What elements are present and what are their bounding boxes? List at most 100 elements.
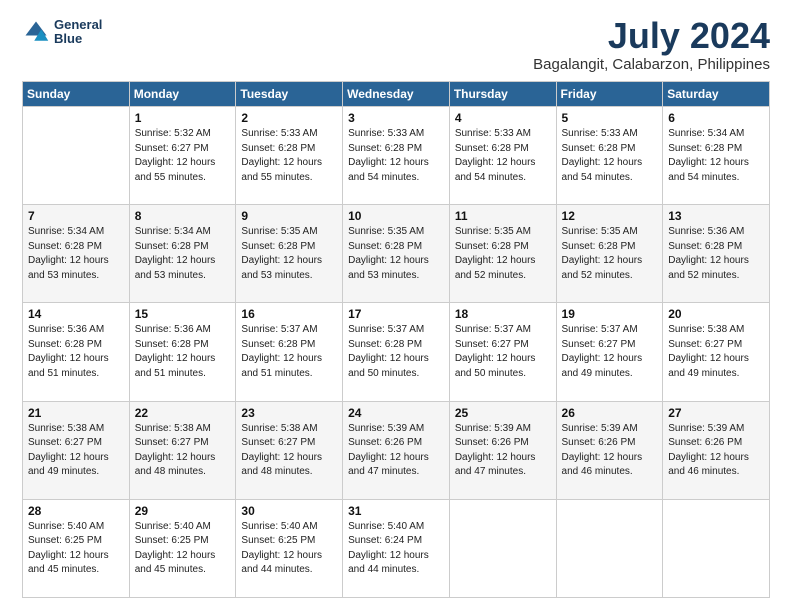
day-number: 17 xyxy=(348,307,444,321)
day-info: Sunrise: 5:34 AMSunset: 6:28 PMDaylight:… xyxy=(135,225,231,283)
day-info: Sunrise: 5:40 AMSunset: 6:25 PMDaylight:… xyxy=(241,520,337,578)
day-info: Sunrise: 5:40 AMSunset: 6:24 PMDaylight:… xyxy=(348,520,444,578)
weekday-header: Tuesday xyxy=(236,82,343,107)
day-number: 26 xyxy=(562,406,658,420)
calendar-week-row: 28 Sunrise: 5:40 AMSunset: 6:25 PMDayligh… xyxy=(23,499,770,597)
calendar-cell: 3 Sunrise: 5:33 AMSunset: 6:28 PMDaylight… xyxy=(343,107,450,205)
day-number: 29 xyxy=(135,504,231,518)
calendar-cell: 30 Sunrise: 5:40 AMSunset: 6:25 PMDayligh… xyxy=(236,499,343,597)
weekday-header: Thursday xyxy=(449,82,556,107)
weekday-header: Friday xyxy=(556,82,663,107)
weekday-header: Sunday xyxy=(23,82,130,107)
day-number: 8 xyxy=(135,209,231,223)
day-info: Sunrise: 5:38 AMSunset: 6:27 PMDaylight:… xyxy=(28,422,124,480)
day-number: 22 xyxy=(135,406,231,420)
calendar-cell: 10 Sunrise: 5:35 AMSunset: 6:28 PMDayligh… xyxy=(343,205,450,303)
calendar-cell: 6 Sunrise: 5:34 AMSunset: 6:28 PMDaylight… xyxy=(663,107,770,205)
header: General Blue July 2024 Bagalangit, Calab… xyxy=(22,18,770,73)
day-info: Sunrise: 5:40 AMSunset: 6:25 PMDaylight:… xyxy=(135,520,231,578)
day-number: 28 xyxy=(28,504,124,518)
day-info: Sunrise: 5:38 AMSunset: 6:27 PMDaylight:… xyxy=(668,323,764,381)
day-info: Sunrise: 5:33 AMSunset: 6:28 PMDaylight:… xyxy=(241,127,337,185)
day-number: 16 xyxy=(241,307,337,321)
day-info: Sunrise: 5:37 AMSunset: 6:28 PMDaylight:… xyxy=(241,323,337,381)
day-number: 6 xyxy=(668,111,764,125)
day-number: 27 xyxy=(668,406,764,420)
day-info: Sunrise: 5:36 AMSunset: 6:28 PMDaylight:… xyxy=(668,225,764,283)
day-info: Sunrise: 5:35 AMSunset: 6:28 PMDaylight:… xyxy=(562,225,658,283)
day-number: 12 xyxy=(562,209,658,223)
calendar-cell: 28 Sunrise: 5:40 AMSunset: 6:25 PMDayligh… xyxy=(23,499,130,597)
day-number: 31 xyxy=(348,504,444,518)
title-block: July 2024 Bagalangit, Calabarzon, Philip… xyxy=(533,18,770,73)
calendar-cell: 26 Sunrise: 5:39 AMSunset: 6:26 PMDayligh… xyxy=(556,401,663,499)
day-number: 20 xyxy=(668,307,764,321)
day-info: Sunrise: 5:39 AMSunset: 6:26 PMDaylight:… xyxy=(562,422,658,480)
day-info: Sunrise: 5:36 AMSunset: 6:28 PMDaylight:… xyxy=(28,323,124,381)
calendar-cell xyxy=(556,499,663,597)
day-info: Sunrise: 5:35 AMSunset: 6:28 PMDaylight:… xyxy=(241,225,337,283)
calendar-cell: 20 Sunrise: 5:38 AMSunset: 6:27 PMDayligh… xyxy=(663,303,770,401)
day-number: 24 xyxy=(348,406,444,420)
day-info: Sunrise: 5:39 AMSunset: 6:26 PMDaylight:… xyxy=(455,422,551,480)
calendar-cell: 31 Sunrise: 5:40 AMSunset: 6:24 PMDayligh… xyxy=(343,499,450,597)
day-number: 23 xyxy=(241,406,337,420)
day-info: Sunrise: 5:40 AMSunset: 6:25 PMDaylight:… xyxy=(28,520,124,578)
calendar-cell: 7Sunrise: 5:34 AMSunset: 6:28 PMDaylight… xyxy=(23,205,130,303)
logo-text: General Blue xyxy=(54,18,102,47)
day-number: 19 xyxy=(562,307,658,321)
calendar-cell: 9 Sunrise: 5:35 AMSunset: 6:28 PMDaylight… xyxy=(236,205,343,303)
day-info: Sunrise: 5:38 AMSunset: 6:27 PMDaylight:… xyxy=(135,422,231,480)
calendar-cell: 4Sunrise: 5:33 AMSunset: 6:28 PMDaylight… xyxy=(449,107,556,205)
calendar-week-row: 21 Sunrise: 5:38 AMSunset: 6:27 PMDayligh… xyxy=(23,401,770,499)
day-info: Sunrise: 5:35 AMSunset: 6:28 PMDaylight:… xyxy=(348,225,444,283)
day-number: 30 xyxy=(241,504,337,518)
day-info: Sunrise: 5:32 AMSunset: 6:27 PMDaylight:… xyxy=(135,127,231,185)
day-info: Sunrise: 5:33 AMSunset: 6:28 PMDaylight:… xyxy=(455,127,551,185)
weekday-header: Monday xyxy=(129,82,236,107)
calendar-cell: 2 Sunrise: 5:33 AMSunset: 6:28 PMDaylight… xyxy=(236,107,343,205)
day-number: 25 xyxy=(455,406,551,420)
main-title: July 2024 xyxy=(533,18,770,54)
calendar-cell: 14 Sunrise: 5:36 AMSunset: 6:28 PMDayligh… xyxy=(23,303,130,401)
calendar-cell: 22 Sunrise: 5:38 AMSunset: 6:27 PMDayligh… xyxy=(129,401,236,499)
calendar-cell: 21 Sunrise: 5:38 AMSunset: 6:27 PMDayligh… xyxy=(23,401,130,499)
calendar-cell: 29 Sunrise: 5:40 AMSunset: 6:25 PMDayligh… xyxy=(129,499,236,597)
day-info: Sunrise: 5:35 AMSunset: 6:28 PMDaylight:… xyxy=(455,225,551,283)
calendar-cell: 27 Sunrise: 5:39 AMSunset: 6:26 PMDayligh… xyxy=(663,401,770,499)
calendar-cell: 5Sunrise: 5:33 AMSunset: 6:28 PMDaylight… xyxy=(556,107,663,205)
calendar-cell: 17 Sunrise: 5:37 AMSunset: 6:28 PMDayligh… xyxy=(343,303,450,401)
calendar-week-row: 14 Sunrise: 5:36 AMSunset: 6:28 PMDayligh… xyxy=(23,303,770,401)
day-info: Sunrise: 5:34 AMSunset: 6:28 PMDaylight:… xyxy=(668,127,764,185)
day-info: Sunrise: 5:37 AMSunset: 6:28 PMDaylight:… xyxy=(348,323,444,381)
day-number: 1 xyxy=(135,111,231,125)
calendar-cell: 16 Sunrise: 5:37 AMSunset: 6:28 PMDayligh… xyxy=(236,303,343,401)
calendar-cell: 24Sunrise: 5:39 AMSunset: 6:26 PMDayligh… xyxy=(343,401,450,499)
calendar-cell: 15Sunrise: 5:36 AMSunset: 6:28 PMDayligh… xyxy=(129,303,236,401)
day-number: 14 xyxy=(28,307,124,321)
day-number: 13 xyxy=(668,209,764,223)
calendar-cell: 12 Sunrise: 5:35 AMSunset: 6:28 PMDayligh… xyxy=(556,205,663,303)
day-info: Sunrise: 5:33 AMSunset: 6:28 PMDaylight:… xyxy=(348,127,444,185)
calendar-cell: 11 Sunrise: 5:35 AMSunset: 6:28 PMDayligh… xyxy=(449,205,556,303)
day-number: 9 xyxy=(241,209,337,223)
calendar-cell: 25 Sunrise: 5:39 AMSunset: 6:26 PMDayligh… xyxy=(449,401,556,499)
logo-icon xyxy=(22,18,50,46)
day-number: 11 xyxy=(455,209,551,223)
logo: General Blue xyxy=(22,18,102,47)
calendar-cell: 13 Sunrise: 5:36 AMSunset: 6:28 PMDayligh… xyxy=(663,205,770,303)
day-number: 3 xyxy=(348,111,444,125)
day-number: 21 xyxy=(28,406,124,420)
day-info: Sunrise: 5:37 AMSunset: 6:27 PMDaylight:… xyxy=(562,323,658,381)
day-number: 10 xyxy=(348,209,444,223)
calendar-week-row: 1 Sunrise: 5:32 AMSunset: 6:27 PMDaylight… xyxy=(23,107,770,205)
day-number: 2 xyxy=(241,111,337,125)
calendar-cell: 19 Sunrise: 5:37 AMSunset: 6:27 PMDayligh… xyxy=(556,303,663,401)
calendar-header-row: SundayMondayTuesdayWednesdayThursdayFrid… xyxy=(23,82,770,107)
calendar-cell: 1 Sunrise: 5:32 AMSunset: 6:27 PMDaylight… xyxy=(129,107,236,205)
calendar-cell: 8 Sunrise: 5:34 AMSunset: 6:28 PMDaylight… xyxy=(129,205,236,303)
calendar-cell xyxy=(663,499,770,597)
day-info: Sunrise: 5:37 AMSunset: 6:27 PMDaylight:… xyxy=(455,323,551,381)
day-info: Sunrise: 5:39 AMSunset: 6:26 PMDaylight:… xyxy=(668,422,764,480)
day-info: Sunrise: 5:36 AMSunset: 6:28 PMDaylight:… xyxy=(135,323,231,381)
